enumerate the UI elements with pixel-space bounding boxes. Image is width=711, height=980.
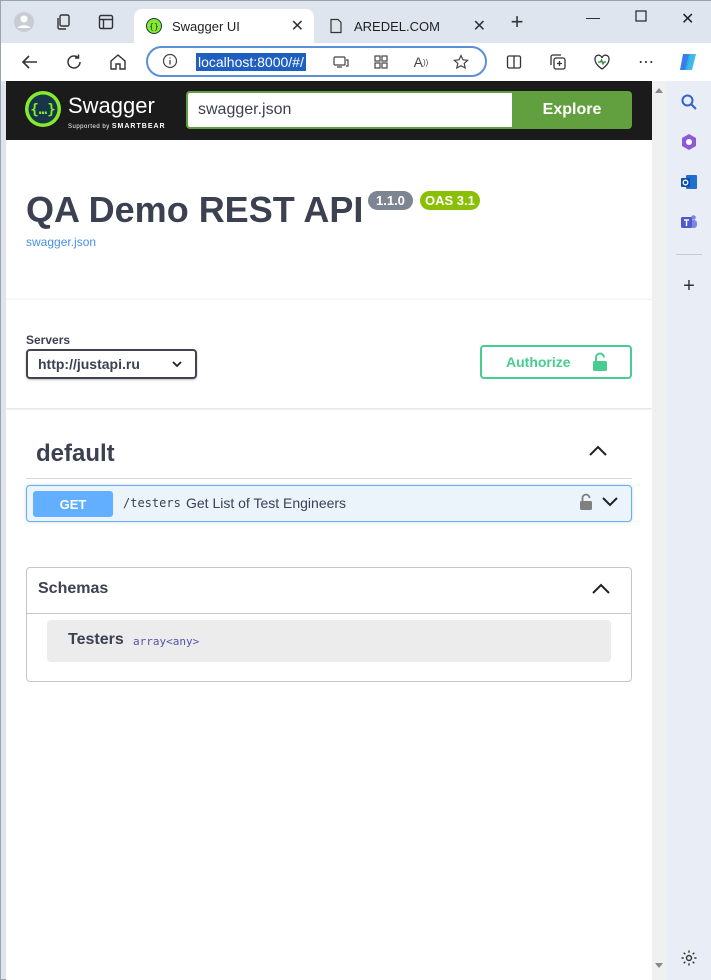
search-icon[interactable] [678,91,700,113]
tab-actions-icon[interactable] [95,11,117,33]
collections-icon[interactable] [547,51,569,73]
address-bar-row: localhost:8000/#/ A)) ⋯ [1,43,711,81]
copilot-sidebar-icon[interactable] [678,131,700,153]
close-tab-icon[interactable]: ✕ [473,16,486,36]
operation-summary: Get List of Test Engineers [186,495,347,511]
tag-name: default [36,440,115,467]
extensions-grid-icon[interactable] [372,53,390,71]
page-viewport: {…} Swagger Supported by SMARTBEAR swagg… [6,81,652,980]
unlocked-lock-icon [593,352,607,371]
workspaces-icon[interactable] [53,11,75,33]
edge-sidebar: + [666,81,711,980]
operation-path: /testers [123,496,181,510]
page-scrollbar[interactable] [652,81,666,980]
svg-text:{}: {} [149,22,159,31]
tab-title: AREDEL.COM [354,18,440,34]
http-method-badge: GET [33,491,113,517]
authorize-label: Authorize [506,354,571,370]
svg-text:{…}: {…} [30,102,55,118]
explore-button[interactable]: Explore [512,91,632,129]
servers-select[interactable]: http://justapi.ru [26,349,197,379]
swagger-topbar: {…} Swagger Supported by SMARTBEAR swagg… [6,81,652,140]
refresh-icon[interactable] [63,51,85,73]
scroll-up-arrow-icon[interactable] [655,88,663,93]
schemas-title: Schemas [38,580,109,597]
browser-essentials-icon[interactable] [591,51,613,73]
schemas-header[interactable]: Schemas [27,568,631,614]
page-icon [330,18,342,34]
oas-badge: OAS 3.1 [420,191,480,210]
read-aloud-icon[interactable]: A)) [412,53,430,71]
sidebar-settings-gear-icon[interactable] [678,947,700,969]
lock-icon[interactable] [579,493,593,511]
supported-by-label: Supported by [68,124,110,130]
spec-url-input[interactable]: swagger.json [186,91,512,129]
supported-by-text: Supported by SMARTBEAR [68,123,166,130]
window-close-icon[interactable]: ✕ [681,9,694,29]
tab-strip: {} Swagger UI ✕ AREDEL.COM ✕ + — ✕ [1,1,711,43]
smartbear-label: SMARTBEAR [111,123,166,130]
model-testers[interactable]: Testers array<any> [47,620,611,662]
chevron-down-icon[interactable] [601,496,619,508]
model-name: Testers [68,631,124,648]
teams-icon[interactable] [678,211,700,233]
api-title: QA Demo REST API [26,189,364,230]
operation-get-testers[interactable]: GET /testers Get List of Test Engineers [26,485,632,522]
tab-swagger-ui[interactable]: {} Swagger UI ✕ [134,9,314,43]
url-text[interactable]: localhost:8000/#/ [196,53,306,71]
tab-aredel[interactable]: AREDEL.COM ✕ [316,9,496,43]
servers-label: Servers [26,333,71,347]
swagger-favicon-icon: {} [146,18,162,34]
browser-window: {} Swagger UI ✕ AREDEL.COM ✕ + — ✕ local… [0,0,711,980]
sidebar-divider [676,254,702,255]
tag-header-default[interactable]: default [26,428,632,479]
chevron-up-icon[interactable] [591,582,611,596]
authorize-button[interactable]: Authorize [480,345,632,379]
swagger-logo-icon[interactable]: {…} [24,90,62,133]
chevron-up-icon[interactable] [588,444,608,458]
chevron-down-icon [172,361,182,368]
copilot-icon[interactable] [677,51,699,73]
spec-link[interactable]: swagger.json [26,235,96,249]
outlook-icon[interactable] [678,171,700,193]
site-info-icon[interactable] [162,53,178,69]
profile-avatar-icon[interactable] [13,11,35,33]
address-bar[interactable]: localhost:8000/#/ A)) [146,46,487,77]
maximize-icon[interactable] [635,9,647,25]
close-tab-icon[interactable]: ✕ [291,16,304,36]
version-badge: 1.1.0 [368,191,413,210]
swagger-brand-name: Swagger [68,93,155,118]
new-tab-icon[interactable]: + [506,9,528,34]
split-screen-icon[interactable] [503,51,525,73]
add-sidebar-app-icon[interactable]: + [678,275,700,297]
scheme-container: Servers http://justapi.ru Authorize [6,299,652,408]
servers-selected-value: http://justapi.ru [38,356,140,372]
app-available-icon[interactable] [332,53,350,71]
schemas-section: Schemas Testers array<any> [26,567,632,682]
favorite-star-icon[interactable] [452,53,470,71]
back-arrow-icon[interactable] [19,51,41,73]
model-type: array<any> [133,635,200,648]
scroll-down-arrow-icon[interactable] [655,963,663,968]
tab-title: Swagger UI [172,18,240,34]
home-icon[interactable] [107,51,129,73]
more-menu-icon[interactable]: ⋯ [635,51,657,73]
minimize-icon[interactable]: — [586,9,600,25]
